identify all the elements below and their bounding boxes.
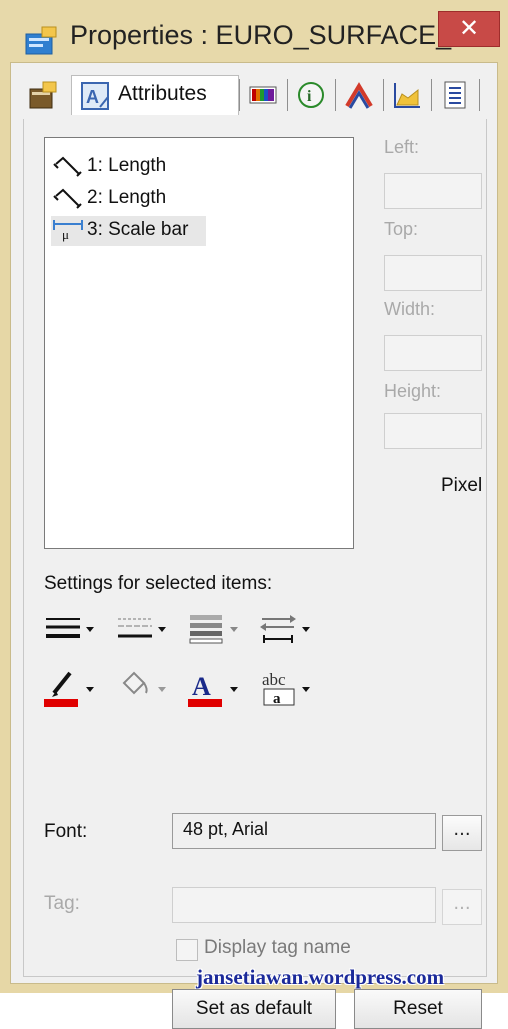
line-color-icon bbox=[44, 671, 94, 707]
text-background-icon: abc a bbox=[262, 670, 310, 707]
tag-browse-button[interactable]: ... bbox=[442, 889, 482, 925]
text-background-tool[interactable]: abc a bbox=[260, 669, 326, 709]
attributes-panel: 1: Length 2: Length μ 3: Scale bar Left:… bbox=[23, 119, 487, 1029]
attributes-icon: A bbox=[81, 82, 109, 110]
close-button[interactable]: ✕ bbox=[438, 11, 500, 47]
font-field[interactable]: 48 pt, Arial bbox=[172, 813, 436, 849]
tab-palette[interactable] bbox=[243, 75, 283, 115]
list-item-label: 1: Length bbox=[87, 155, 167, 176]
layers-icon bbox=[345, 82, 373, 109]
tab-layers[interactable] bbox=[339, 75, 379, 115]
tab-separator bbox=[431, 79, 432, 111]
svg-text:A: A bbox=[192, 672, 211, 701]
watermark-text: jansetiawan.wordpress.com bbox=[196, 965, 445, 989]
text-sample-boxed: a bbox=[273, 691, 281, 707]
tab-general[interactable] bbox=[23, 75, 63, 115]
top-field bbox=[384, 255, 482, 291]
svg-text:μ: μ bbox=[62, 227, 69, 242]
set-as-default-button[interactable]: Set as default bbox=[172, 989, 336, 1029]
font-color-icon: A bbox=[188, 672, 238, 707]
arrow-style-icon bbox=[260, 615, 310, 643]
font-label: Font: bbox=[44, 821, 88, 842]
height-field bbox=[384, 413, 482, 449]
tab-attributes-label: Attributes bbox=[118, 82, 207, 105]
items-list[interactable]: 1: Length 2: Length μ 3: Scale bar bbox=[44, 137, 354, 549]
fill-pattern-tool[interactable] bbox=[188, 611, 254, 651]
font-browse-button[interactable]: ... bbox=[442, 815, 482, 851]
properties-window: Properties : EURO_SURFACE_... ✕ A Attrib… bbox=[0, 0, 508, 1029]
properties-icon bbox=[25, 26, 57, 55]
line-width-icon bbox=[46, 618, 94, 638]
tag-field[interactable] bbox=[172, 887, 436, 923]
unit-label: Pixel bbox=[441, 475, 483, 496]
tab-chart[interactable] bbox=[387, 75, 427, 115]
font-color-tool[interactable]: A bbox=[188, 669, 254, 709]
list-item-label: 3: Scale bar bbox=[87, 219, 189, 240]
tag-label: Tag: bbox=[44, 893, 80, 914]
scale-bar-icon: μ bbox=[53, 220, 83, 242]
color-palette-icon bbox=[249, 86, 277, 104]
line-style-icon bbox=[118, 618, 166, 638]
font-color-swatch bbox=[188, 699, 222, 707]
arrow-style-tool[interactable] bbox=[260, 611, 326, 651]
tab-separator bbox=[287, 79, 288, 111]
tab-attributes[interactable]: A Attributes bbox=[71, 75, 239, 115]
line-width-tool[interactable] bbox=[44, 611, 110, 651]
tab-separator bbox=[335, 79, 336, 111]
top-label: Top: bbox=[384, 219, 419, 239]
tab-strip: A Attributes i bbox=[11, 63, 497, 123]
list-item[interactable]: 1: Length bbox=[51, 152, 206, 182]
svg-text:A: A bbox=[86, 87, 99, 107]
length-line-icon bbox=[53, 156, 82, 177]
fill-pattern-icon bbox=[189, 615, 238, 644]
info-icon: i bbox=[298, 82, 324, 108]
width-field bbox=[384, 335, 482, 371]
fill-color-icon bbox=[122, 671, 166, 695]
chart-icon bbox=[394, 83, 420, 108]
tab-separator bbox=[479, 79, 480, 111]
window-title: Properties : EURO_SURFACE_... bbox=[70, 20, 474, 50]
width-label: Width: bbox=[384, 299, 436, 319]
line-color-swatch bbox=[44, 699, 78, 707]
text-sample: abc bbox=[262, 670, 286, 689]
left-label: Left: bbox=[384, 137, 420, 157]
left-field bbox=[384, 173, 482, 209]
fill-color-tool[interactable] bbox=[116, 669, 182, 709]
settings-label: Settings for selected items: bbox=[44, 573, 273, 594]
list-item-label: 2: Length bbox=[87, 187, 167, 208]
list-icon bbox=[444, 81, 466, 109]
svg-text:i: i bbox=[307, 88, 312, 105]
display-tag-name-label: Display tag name bbox=[204, 937, 351, 958]
list-item[interactable]: 2: Length bbox=[51, 184, 206, 214]
dialog-body: A Attributes i 1: Length 2: Length μ 3: … bbox=[10, 62, 498, 1029]
line-style-tool[interactable] bbox=[116, 611, 182, 651]
list-item[interactable]: μ 3: Scale bar bbox=[51, 216, 206, 246]
length-line-icon bbox=[53, 188, 82, 209]
display-tag-name-checkbox[interactable] bbox=[176, 939, 198, 961]
reset-button[interactable]: Reset bbox=[354, 989, 482, 1029]
properties-icon bbox=[29, 81, 57, 109]
tab-list[interactable] bbox=[435, 75, 475, 115]
tab-info[interactable]: i bbox=[291, 75, 331, 115]
tab-separator bbox=[383, 79, 384, 111]
line-color-tool[interactable] bbox=[44, 669, 110, 709]
height-label: Height: bbox=[384, 381, 442, 401]
tab-separator bbox=[239, 79, 240, 111]
